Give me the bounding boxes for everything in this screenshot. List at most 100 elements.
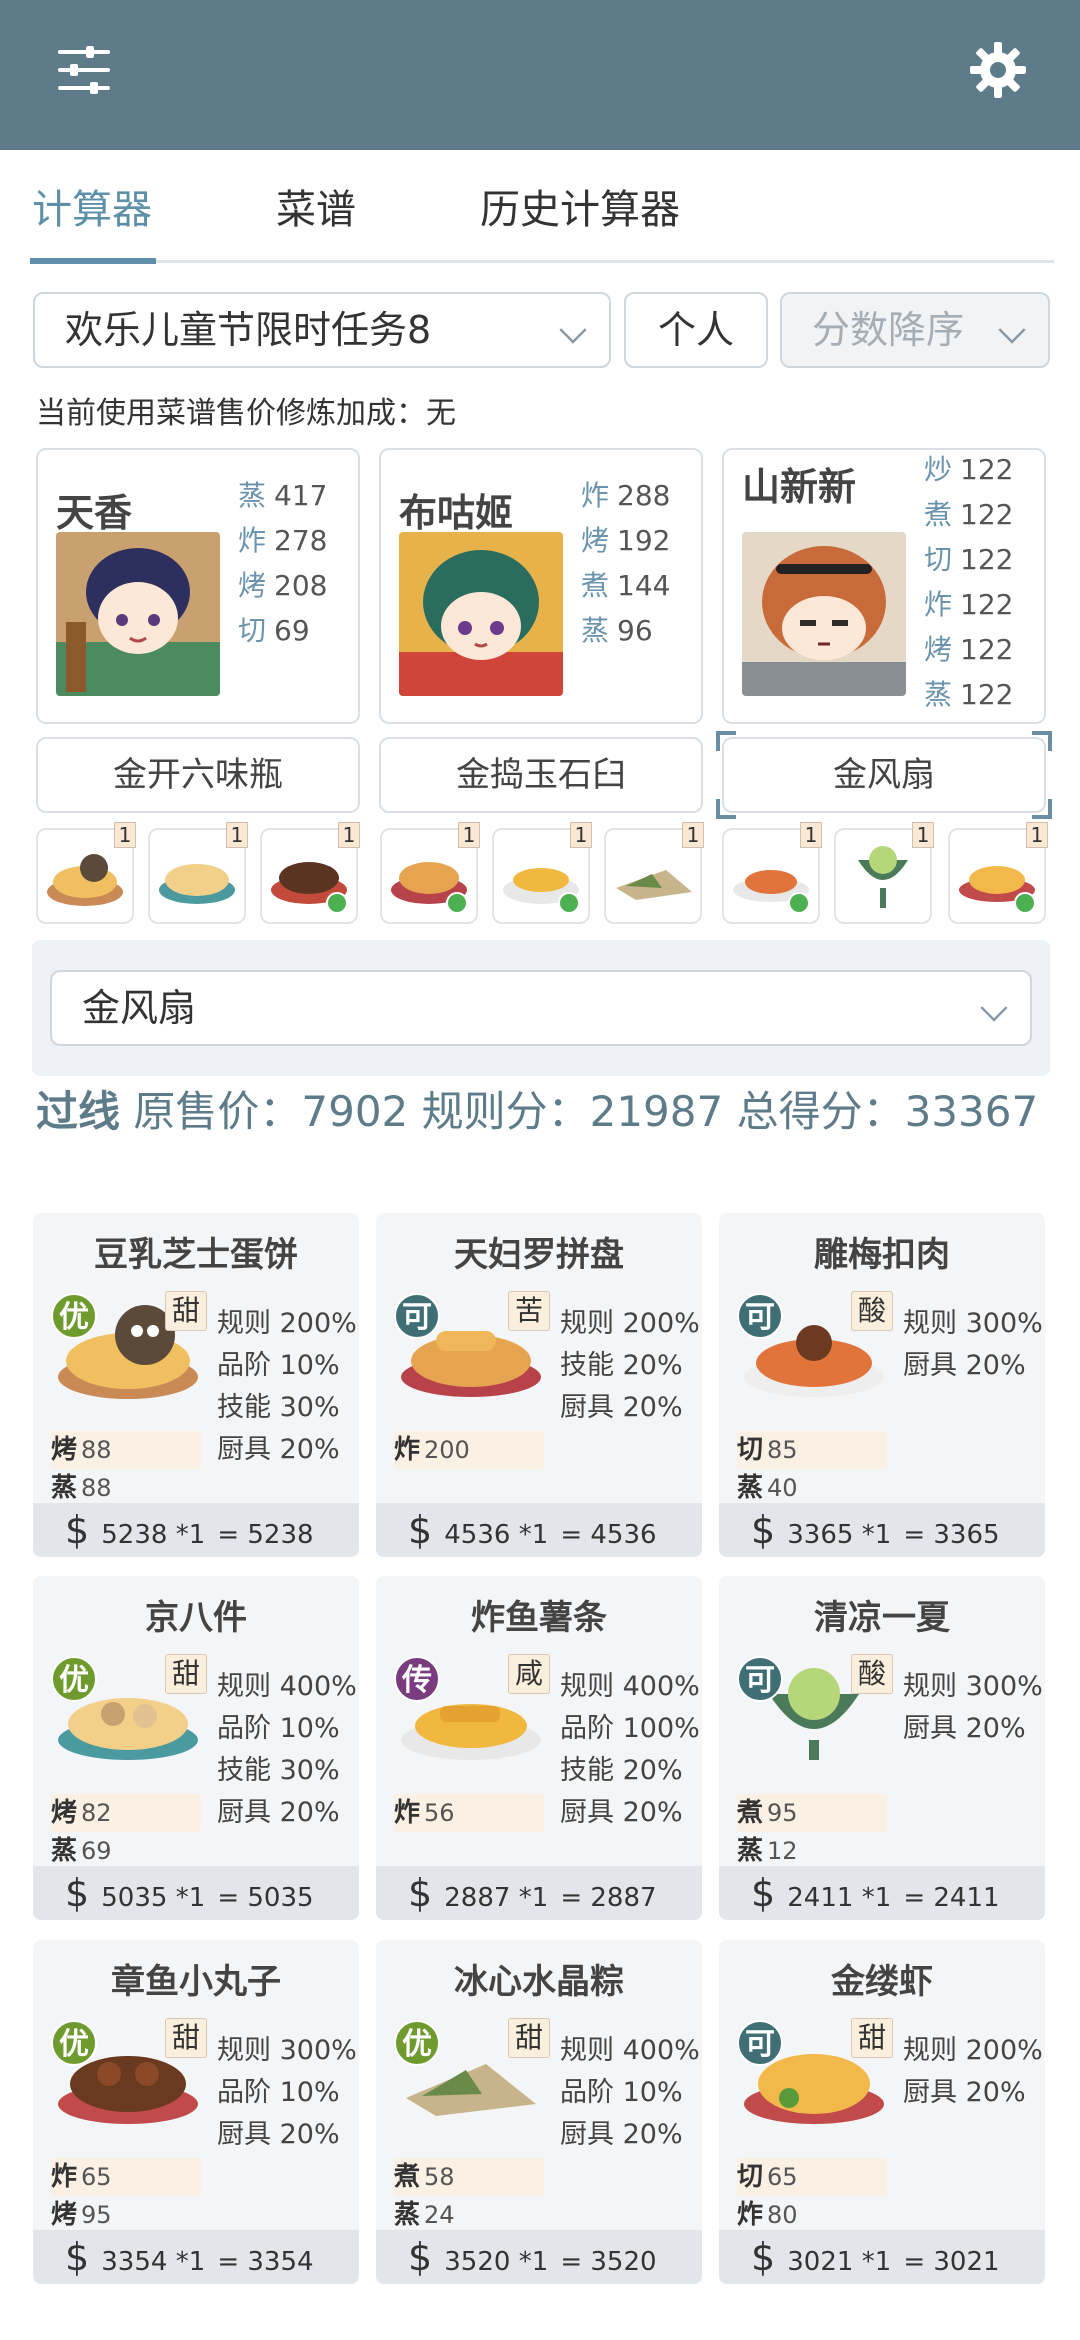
recipe-card[interactable]: 京八件 优 甜 规则 400% 品阶 10% 技能 30% 厨具 20% 烤 82…	[33, 1576, 359, 1920]
flavor-tag: 甜	[508, 2018, 550, 2058]
tool-slot-1[interactable]: 金开六味瓶	[36, 737, 360, 813]
tool-slot-3[interactable]: 金风扇	[722, 737, 1046, 813]
chef-name: 天香	[56, 491, 133, 535]
chef-avatar	[56, 532, 220, 696]
tool-slot-2[interactable]: 金捣玉石臼	[379, 737, 703, 813]
dish-thumb[interactable]: 1	[834, 822, 934, 924]
skill-requirements: 烤 82 蒸 69	[51, 1794, 201, 1866]
dish-thumb[interactable]: 1	[260, 822, 360, 924]
skill-req: 烤 82	[51, 1798, 112, 1828]
rule-item: 规则 400%	[560, 1671, 700, 1702]
gear-icon[interactable]	[968, 40, 1028, 100]
rule-item: 技能 30%	[217, 1392, 340, 1423]
skill-requirements: 煮 95 蒸 12	[737, 1794, 887, 1866]
recipe-card[interactable]: 天妇罗拼盘 可 苦 规则 200% 技能 20% 厨具 20% 炸 200 $ 4…	[376, 1213, 702, 1557]
count-badge: 1	[912, 822, 934, 848]
dish-thumb[interactable]: 1	[492, 822, 592, 924]
recipe-card[interactable]: 金缕虾 可 甜 规则 200% 厨具 20% 切 65 炸 80 $ 3021 *1…	[719, 1940, 1045, 2284]
sliders-icon[interactable]	[56, 42, 112, 98]
check-icon	[326, 892, 348, 914]
rule-item: 品阶 100%	[560, 1713, 700, 1744]
tool-select[interactable]: 金风扇	[50, 970, 1032, 1046]
chef-stat: 切 122	[924, 543, 1014, 576]
price-base: 2411 *1	[787, 1883, 892, 1913]
count-badge: 1	[114, 822, 136, 848]
rule-list: 规则 300% 厨具 20%	[903, 1307, 1043, 1391]
rule-list: 规则 400% 品阶 10% 技能 30% 厨具 20%	[217, 1670, 357, 1838]
chef-stat: 蒸 417	[238, 479, 328, 512]
recipe-card[interactable]: 豆乳芝士蛋饼 优 甜 规则 200% 品阶 10% 技能 30% 厨具 20% …	[33, 1213, 359, 1557]
recipe-title: 京八件	[145, 1598, 247, 1638]
price-row: $ 2887 *1 = 2887	[376, 1866, 702, 1920]
chef-card[interactable]: 天香 蒸 417 炸 278 烤 208 切 69	[36, 448, 360, 724]
dish-thumb[interactable]: 1	[948, 822, 1048, 924]
rule-item: 厨具 20%	[217, 1434, 340, 1465]
tab-recipes[interactable]: 菜谱	[276, 165, 356, 255]
recipe-card[interactable]: 清凉一夏 可 酸 规则 300% 厨具 20% 煮 95 蒸 12 $ 2411 *…	[719, 1576, 1045, 1920]
flavor-tag: 咸	[508, 1654, 550, 1694]
price-equals: = 5035	[217, 1883, 314, 1913]
dish-thumb[interactable]: 1	[148, 822, 248, 924]
task-select[interactable]: 欢乐儿童节限时任务8	[33, 292, 611, 368]
top-app-bar	[0, 0, 1080, 150]
tab-history-calculator[interactable]: 历史计算器	[480, 165, 680, 255]
rule-item: 品阶 10%	[217, 2077, 340, 2108]
recipe-title: 豆乳芝士蛋饼	[94, 1235, 298, 1275]
chevron-down-icon	[980, 994, 1008, 1022]
chef-stat: 烤 208	[238, 569, 328, 602]
skill-req: 蒸 69	[51, 1836, 112, 1866]
rule-item: 规则 200%	[217, 1308, 357, 1339]
dish-thumb[interactable]: 1	[380, 822, 480, 924]
price-equals: = 3354	[217, 2247, 314, 2277]
recipe-title: 章鱼小丸子	[111, 1962, 281, 2002]
tool-select-panel: 金风扇	[32, 940, 1050, 1076]
dish-thumb[interactable]: 1	[604, 822, 704, 924]
check-icon	[1014, 892, 1036, 914]
price-row: $ 3520 *1 = 3520	[376, 2230, 702, 2284]
rule-item: 品阶 10%	[560, 2077, 683, 2108]
recipe-card[interactable]: 章鱼小丸子 优 甜 规则 300% 品阶 10% 厨具 20% 炸 65 烤 95 …	[33, 1940, 359, 2284]
recipe-card[interactable]: 炸鱼薯条 传 咸 规则 400% 品阶 100% 技能 20% 厨具 20% 炸…	[376, 1576, 702, 1920]
price-row: $ 2411 *1 = 2411	[719, 1866, 1045, 1920]
grade-badge: 可	[737, 1293, 783, 1339]
chef-card[interactable]: 山新新 炒 122 煮 122 切 122 炸 122 烤 122 蒸 122	[722, 448, 1046, 724]
mode-button[interactable]: 个人	[624, 292, 768, 368]
rule-item: 规则 300%	[903, 1308, 1043, 1339]
sort-select[interactable]: 分数降序	[780, 292, 1050, 368]
price-base: 2887 *1	[444, 1883, 549, 1913]
price-base: 5238 *1	[101, 1520, 206, 1550]
skill-requirements: 炸 65 烤 95	[51, 2158, 201, 2230]
skill-req: 炸 65	[51, 2162, 112, 2192]
rule-item: 厨具 20%	[560, 1392, 683, 1423]
recipe-title: 清凉一夏	[814, 1598, 950, 1638]
skill-req: 蒸 12	[737, 1836, 798, 1866]
price-equals: = 3021	[903, 2247, 1000, 2277]
count-badge: 1	[800, 822, 822, 848]
price-base: 3365 *1	[787, 1520, 892, 1550]
dish-thumb[interactable]: 1	[722, 822, 822, 924]
selection-corner	[716, 799, 736, 819]
rule-item: 规则 300%	[217, 2035, 357, 2066]
grade-badge: 传	[394, 1656, 440, 1702]
rule-list: 规则 400% 品阶 100% 技能 20% 厨具 20%	[560, 1670, 700, 1838]
skill-req: 炸 200	[394, 1435, 470, 1465]
dish-thumb[interactable]: 1	[36, 822, 136, 924]
tab-calculator[interactable]: 计算器	[32, 165, 152, 255]
skill-requirements: 切 65 炸 80	[737, 2158, 887, 2230]
chef-stats: 炸 288 烤 192 煮 144 蒸 96	[581, 478, 670, 658]
rule-item: 厨具 20%	[217, 2119, 340, 2150]
recipe-title: 雕梅扣肉	[814, 1235, 950, 1275]
count-badge: 1	[338, 822, 360, 848]
skill-req: 炸 80	[737, 2200, 798, 2230]
flavor-tag: 酸	[851, 1654, 893, 1694]
count-badge: 1	[570, 822, 592, 848]
skill-requirements: 切 85 蒸 40	[737, 1431, 887, 1503]
price-row: $ 3021 *1 = 3021	[719, 2230, 1045, 2284]
chef-card[interactable]: 布咕姬 炸 288 烤 192 煮 144 蒸 96	[379, 448, 703, 724]
recipe-card[interactable]: 雕梅扣肉 可 酸 规则 300% 厨具 20% 切 85 蒸 40 $ 3365 *…	[719, 1213, 1045, 1557]
rule-item: 技能 30%	[217, 1755, 340, 1786]
chef-stat: 炸 278	[238, 524, 328, 557]
rule-item: 技能 20%	[560, 1755, 683, 1786]
recipe-card[interactable]: 冰心水晶粽 优 甜 规则 400% 品阶 10% 厨具 20% 煮 58 蒸 24 …	[376, 1940, 702, 2284]
rule-item: 规则 300%	[903, 1671, 1043, 1702]
